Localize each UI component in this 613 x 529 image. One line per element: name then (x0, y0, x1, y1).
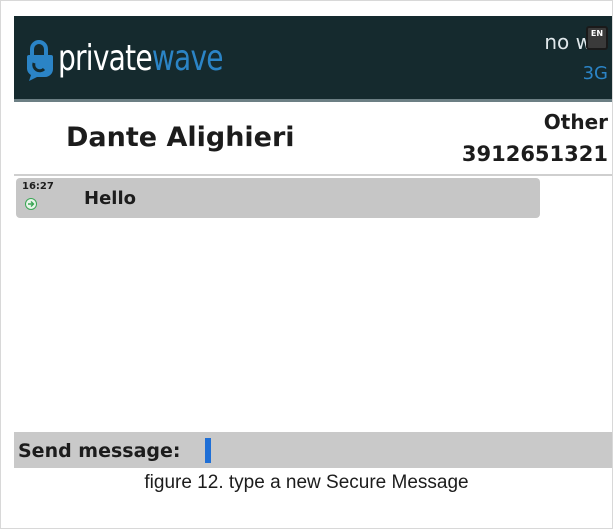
language-badge[interactable]: EN (586, 26, 608, 50)
compose-input-cursor[interactable] (205, 438, 211, 463)
message-list: 16:27 Hello (14, 176, 612, 431)
compose-label: Send message: (18, 440, 181, 462)
message-item[interactable]: 16:27 Hello (16, 178, 540, 218)
sent-arrow-icon (25, 198, 37, 210)
logo-text: privatewave (58, 38, 224, 79)
contact-bar: Dante Alighieri Other 3912651321 (14, 102, 612, 174)
compose-bar[interactable]: Send message: (14, 432, 612, 468)
message-text: Hello (84, 188, 136, 209)
privatewave-logo: privatewave (24, 34, 269, 84)
message-time: 16:27 (22, 181, 54, 192)
app-header: privatewave no w EN 3G (14, 16, 612, 99)
contact-name: Dante Alighieri (66, 122, 295, 153)
figure-caption: figure 12. type a new Secure Message (144, 472, 469, 493)
network-type: 3G (582, 63, 608, 84)
network-status: no w (544, 30, 592, 54)
lock-bubble-icon (27, 40, 53, 81)
contact-number: 3912651321 (461, 142, 608, 166)
contact-type: Other (543, 110, 608, 134)
phone-screen: privatewave no w EN 3G Dante Alighieri O… (14, 16, 612, 468)
